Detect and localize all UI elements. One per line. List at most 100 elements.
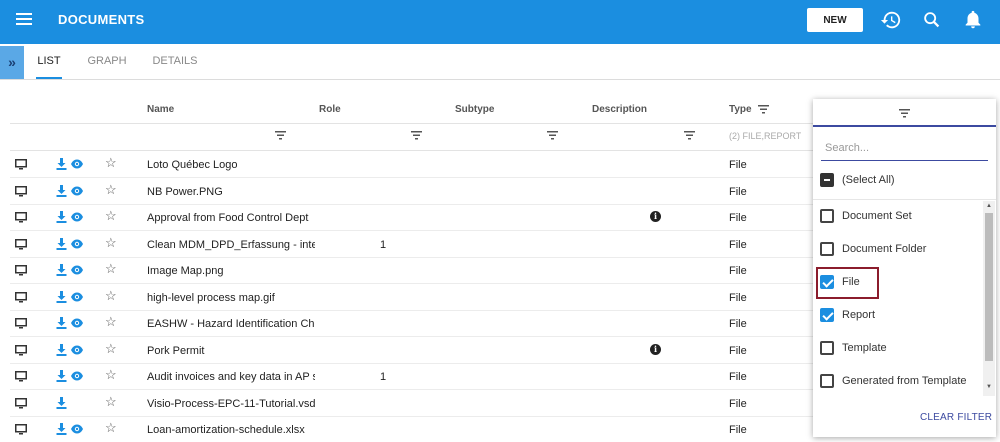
scroll-thumb[interactable] (985, 213, 993, 361)
open-desktop-icon[interactable] (15, 291, 27, 303)
document-name[interactable]: Audit invoices and key data in AP sy (147, 371, 315, 383)
download-icon[interactable] (56, 290, 67, 303)
type-column-menu-icon[interactable] (758, 105, 769, 114)
table-row[interactable]: ☆ high-level process map.gif File (10, 284, 815, 311)
open-desktop-icon[interactable] (15, 159, 27, 170)
tab-graph[interactable]: GRAPH (86, 44, 128, 79)
filter-option[interactable]: Report (820, 305, 980, 325)
preview-eye-icon[interactable] (71, 265, 83, 275)
favorite-star-icon[interactable]: ☆ (105, 182, 117, 197)
table-row[interactable]: ☆ Pork Permit i File (10, 337, 815, 364)
type-filter-value[interactable]: (2) FILE,REPORT (729, 131, 801, 141)
tab-details[interactable]: DETAILS (151, 44, 199, 79)
download-icon[interactable] (56, 184, 67, 197)
open-desktop-icon[interactable] (15, 371, 27, 382)
expand-sidebar-icon[interactable]: » (0, 46, 24, 79)
filter-option[interactable]: Document Set (820, 206, 980, 226)
filter-option-checkbox[interactable] (820, 308, 834, 322)
tab-list[interactable]: LIST (36, 44, 62, 79)
open-desktop-icon[interactable] (15, 238, 27, 250)
preview-eye-icon[interactable] (71, 371, 83, 381)
favorite-star-icon[interactable]: ☆ (105, 421, 117, 435)
preview-eye-icon[interactable] (71, 424, 83, 434)
preview-eye-icon[interactable] (71, 318, 83, 328)
select-all-option[interactable]: (Select All) (820, 170, 980, 190)
menu-icon[interactable] (16, 13, 32, 27)
info-icon[interactable]: i (650, 211, 661, 222)
filter-option[interactable]: Template (820, 338, 980, 358)
role-filter-icon[interactable] (411, 131, 422, 140)
download-icon[interactable] (56, 317, 67, 329)
table-row[interactable]: ☆ Visio-Process-EPC-11-Tutorial.vsdx File (10, 390, 815, 417)
favorite-star-icon[interactable]: ☆ (105, 262, 117, 276)
favorite-star-icon[interactable]: ☆ (105, 288, 117, 303)
filter-option[interactable]: Document Folder (820, 239, 980, 259)
preview-eye-icon[interactable] (71, 186, 83, 196)
select-all-checkbox[interactable] (820, 173, 834, 187)
open-desktop-icon[interactable] (15, 397, 27, 409)
filter-option-checkbox[interactable] (820, 374, 834, 388)
open-desktop-icon[interactable] (15, 318, 27, 329)
table-row[interactable]: ☆ Approval from Food Control Dept i File (10, 204, 815, 231)
document-name[interactable]: Loto Québec Logo (147, 159, 315, 171)
table-row[interactable]: ☆ Image Map.png File (10, 257, 815, 284)
document-name[interactable]: Approval from Food Control Dept (147, 212, 315, 224)
download-icon[interactable] (56, 343, 67, 356)
favorite-star-icon[interactable]: ☆ (105, 156, 117, 170)
document-name[interactable]: Loan-amortization-schedule.xlsx (147, 424, 315, 436)
open-desktop-icon[interactable] (15, 185, 27, 197)
download-icon[interactable] (56, 396, 67, 409)
favorite-star-icon[interactable]: ☆ (105, 341, 117, 356)
column-header-role[interactable]: Role (319, 104, 341, 115)
scroll-up-arrow-icon[interactable]: ▲ (986, 203, 992, 209)
favorite-star-icon[interactable]: ☆ (105, 394, 117, 409)
filter-option-checkbox[interactable] (820, 209, 834, 223)
options-scrollbar[interactable]: ▲ ▼ (983, 201, 995, 396)
column-header-description[interactable]: Description (592, 104, 647, 115)
description-filter-icon[interactable] (684, 131, 695, 140)
name-filter-icon[interactable] (275, 131, 286, 140)
open-desktop-icon[interactable] (15, 212, 27, 223)
bell-icon[interactable] (962, 9, 984, 31)
open-desktop-icon[interactable] (15, 344, 27, 356)
column-header-subtype[interactable]: Subtype (455, 104, 494, 115)
scroll-down-arrow-icon[interactable]: ▼ (986, 384, 992, 390)
filter-search-input[interactable] (821, 135, 988, 161)
table-row[interactable]: ☆ EASHW - Hazard Identification Chec File (10, 310, 815, 337)
column-header-name[interactable]: Name (147, 104, 174, 115)
document-name[interactable]: NB Power.PNG (147, 186, 315, 198)
document-name[interactable]: Pork Permit (147, 345, 315, 357)
info-icon[interactable]: i (650, 343, 661, 355)
favorite-star-icon[interactable]: ☆ (105, 235, 117, 250)
download-icon[interactable] (56, 264, 67, 276)
download-icon[interactable] (56, 370, 67, 382)
preview-eye-icon[interactable] (71, 345, 83, 355)
preview-eye-icon[interactable] (71, 292, 83, 302)
table-row[interactable]: ☆ NB Power.PNG File (10, 178, 815, 205)
download-icon[interactable] (56, 237, 67, 250)
subtype-filter-icon[interactable] (547, 131, 558, 140)
table-row[interactable]: ☆ Loto Québec Logo File (10, 151, 815, 178)
open-desktop-icon[interactable] (15, 265, 27, 276)
filter-icon[interactable] (899, 109, 910, 118)
preview-eye-icon[interactable] (71, 212, 83, 222)
document-name[interactable]: Visio-Process-EPC-11-Tutorial.vsdx (147, 398, 315, 410)
filter-option-checkbox[interactable] (820, 242, 834, 256)
favorite-star-icon[interactable]: ☆ (105, 209, 117, 223)
column-header-type[interactable]: Type (729, 104, 752, 115)
history-icon[interactable] (880, 9, 902, 31)
favorite-star-icon[interactable]: ☆ (105, 315, 117, 329)
favorite-star-icon[interactable]: ☆ (105, 368, 117, 382)
filter-option-checkbox[interactable] (820, 341, 834, 355)
document-name[interactable]: Clean MDM_DPD_Erfassung - interf (147, 239, 315, 251)
open-desktop-icon[interactable] (15, 424, 27, 435)
download-icon[interactable] (56, 158, 67, 170)
document-name[interactable]: Image Map.png (147, 265, 315, 277)
clear-filter-button[interactable]: CLEAR FILTER (920, 412, 992, 423)
download-icon[interactable] (56, 423, 67, 435)
table-row[interactable]: ☆ Clean MDM_DPD_Erfassung - interf 1 File (10, 231, 815, 258)
download-icon[interactable] (56, 211, 67, 223)
new-button[interactable]: NEW (807, 8, 863, 32)
document-name[interactable]: high-level process map.gif (147, 292, 315, 304)
filter-option[interactable]: Generated from Template (820, 371, 980, 391)
